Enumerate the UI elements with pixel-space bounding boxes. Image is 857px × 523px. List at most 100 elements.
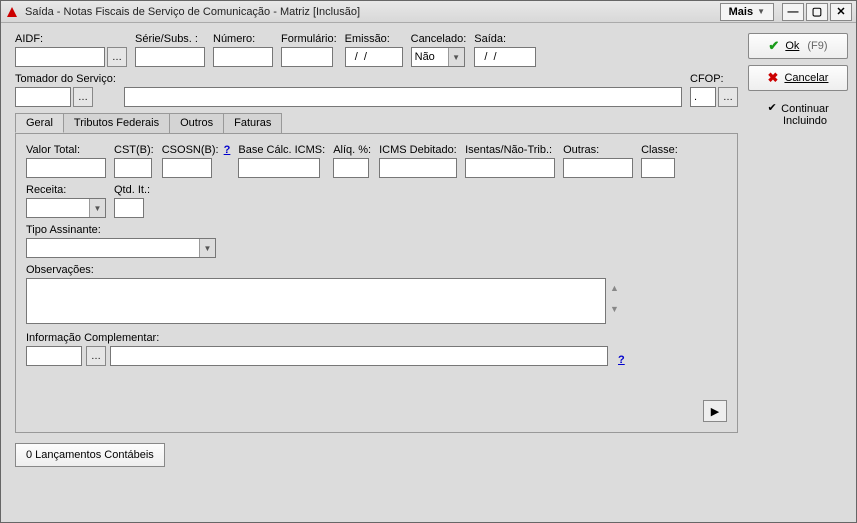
- scroll-down-icon[interactable]: ▼: [608, 299, 621, 320]
- serie-input[interactable]: [135, 47, 205, 67]
- qtd-input[interactable]: [114, 198, 144, 218]
- cst-input[interactable]: [114, 158, 152, 178]
- maximize-button[interactable]: ▢: [806, 3, 828, 21]
- geral-row-1: Valor Total: CST(B): CSOSN(B): ?: [26, 144, 727, 178]
- next-record-button[interactable]: ▶: [703, 400, 727, 422]
- isentas-label: Isentas/Não-Trib.:: [465, 144, 555, 156]
- tomador-code-input[interactable]: [15, 87, 71, 107]
- tab-panel-geral: Valor Total: CST(B): CSOSN(B): ?: [15, 133, 738, 433]
- scroll-up-icon[interactable]: ▲: [608, 278, 621, 299]
- aliq-input: [333, 158, 369, 178]
- numero-label: Número:: [213, 33, 273, 45]
- outras-field: Outras:: [563, 144, 633, 178]
- emissao-input[interactable]: [345, 47, 403, 67]
- info-comp-help-link[interactable]: ?: [618, 354, 625, 366]
- cfop-label: CFOP:: [690, 73, 738, 85]
- chevron-down-icon: ▼: [448, 48, 464, 66]
- tab-geral[interactable]: Geral: [15, 113, 64, 133]
- csosn-field: CSOSN(B): ?: [162, 144, 231, 178]
- qtd-label: Qtd. It.:: [114, 184, 150, 196]
- more-button-label: Mais: [729, 6, 753, 18]
- valor-total-field: Valor Total:: [26, 144, 106, 178]
- cancelado-select[interactable]: Não ▼: [411, 47, 465, 67]
- icms-debitado-input: [379, 158, 457, 178]
- tab-faturas[interactable]: Faturas: [223, 113, 282, 133]
- classe-label: Classe:: [641, 144, 678, 156]
- saida-input[interactable]: [474, 47, 536, 67]
- geral-row-3: Tipo Assinante: ▼: [26, 224, 727, 258]
- titlebar: Saída - Notas Fiscais de Serviço de Comu…: [1, 1, 856, 23]
- ok-shortcut: (F9): [807, 40, 827, 52]
- isentas-field: Isentas/Não-Trib.:: [465, 144, 555, 178]
- tab-tributos-federais[interactable]: Tributos Federais: [63, 113, 170, 133]
- serie-field: Série/Subs. :: [135, 33, 205, 67]
- observacoes-textarea[interactable]: [26, 278, 606, 324]
- body-area: AIDF: … Série/Subs. : Número: Formulário…: [1, 23, 856, 522]
- cfop-lookup-button[interactable]: …: [718, 87, 738, 107]
- receita-field: Receita: ▼: [26, 184, 106, 218]
- tomador-field: Tomador do Serviço: …: [15, 73, 116, 107]
- emissao-field: Emissão:: [345, 33, 403, 67]
- formulario-input[interactable]: [281, 47, 333, 67]
- receita-select[interactable]: ▼: [26, 198, 106, 218]
- csosn-input[interactable]: [162, 158, 212, 178]
- tab-container: Geral Tributos Federais Outros Faturas V…: [15, 113, 738, 433]
- tomador-lookup-button[interactable]: …: [73, 87, 93, 107]
- tomador-desc-field: [124, 73, 682, 107]
- valor-total-label: Valor Total:: [26, 144, 106, 156]
- tipo-assinante-select[interactable]: ▼: [26, 238, 216, 258]
- aidf-field: AIDF: …: [15, 33, 127, 67]
- numero-input[interactable]: [213, 47, 273, 67]
- app-window: Saída - Notas Fiscais de Serviço de Comu…: [0, 0, 857, 523]
- tomador-label: Tomador do Serviço:: [15, 73, 116, 85]
- top-row: AIDF: … Série/Subs. : Número: Formulário…: [15, 33, 738, 67]
- emissao-label: Emissão:: [345, 33, 403, 45]
- tabs-bar: Geral Tributos Federais Outros Faturas: [15, 113, 738, 133]
- valor-total-input[interactable]: [26, 158, 106, 178]
- app-icon: [5, 5, 19, 19]
- info-comp-lookup-button[interactable]: …: [86, 346, 106, 366]
- continuar-incluindo-check[interactable]: ✔ Continuar Incluindo: [748, 103, 848, 127]
- icms-debitado-label: ICMS Debitado:: [379, 144, 457, 156]
- cancel-button[interactable]: ✖ Cancelar: [748, 65, 848, 91]
- cancelado-label: Cancelado:: [411, 33, 467, 45]
- tab-outros[interactable]: Outros: [169, 113, 224, 133]
- classe-field: Classe:: [641, 144, 678, 178]
- cst-field: CST(B):: [114, 144, 154, 178]
- info-comp-desc-input[interactable]: [110, 346, 608, 366]
- chevron-down-icon: ▼: [757, 7, 765, 16]
- aliq-field: Alíq. %:: [333, 144, 371, 178]
- icms-debitado-field: ICMS Debitado:: [379, 144, 457, 178]
- info-comp-code-input[interactable]: [26, 346, 82, 366]
- minimize-button[interactable]: —: [782, 3, 804, 21]
- outras-label: Outras:: [563, 144, 633, 156]
- classe-input[interactable]: [641, 158, 675, 178]
- qtd-field: Qtd. It.:: [114, 184, 150, 218]
- more-button[interactable]: Mais ▼: [720, 3, 774, 21]
- x-icon: ✖: [768, 70, 779, 86]
- cfop-input[interactable]: [690, 87, 716, 107]
- receita-label: Receita:: [26, 184, 106, 196]
- lancamentos-button[interactable]: 0 Lançamentos Contábeis: [15, 443, 165, 467]
- geral-row-2: Receita: ▼ Qtd. It.:: [26, 184, 727, 218]
- aidf-input[interactable]: [15, 47, 105, 67]
- isentas-input: [465, 158, 555, 178]
- aidf-lookup-button[interactable]: …: [107, 47, 127, 67]
- tomador-row: Tomador do Serviço: … CFOP: …: [15, 73, 738, 107]
- formulario-field: Formulário:: [281, 33, 337, 67]
- chevron-down-icon: ▼: [199, 239, 215, 257]
- main-form: AIDF: … Série/Subs. : Número: Formulário…: [15, 33, 748, 514]
- saida-label: Saída:: [474, 33, 536, 45]
- tomador-desc-input[interactable]: [124, 87, 682, 107]
- ok-label: Ok: [785, 40, 799, 52]
- base-calc-label: Base Cálc. ICMS:: [238, 144, 325, 156]
- base-calc-field: Base Cálc. ICMS:: [238, 144, 325, 178]
- aidf-label: AIDF:: [15, 33, 127, 45]
- observacoes-label: Observações:: [26, 264, 727, 276]
- close-button[interactable]: ✕: [830, 3, 852, 21]
- tipo-assinante-label: Tipo Assinante:: [26, 224, 216, 236]
- csosn-help-link[interactable]: ?: [224, 144, 231, 156]
- info-complementar-label: Informação Complementar:: [26, 332, 727, 344]
- ok-button[interactable]: ✔ Ok (F9): [748, 33, 848, 59]
- tipo-assinante-field: Tipo Assinante: ▼: [26, 224, 216, 258]
